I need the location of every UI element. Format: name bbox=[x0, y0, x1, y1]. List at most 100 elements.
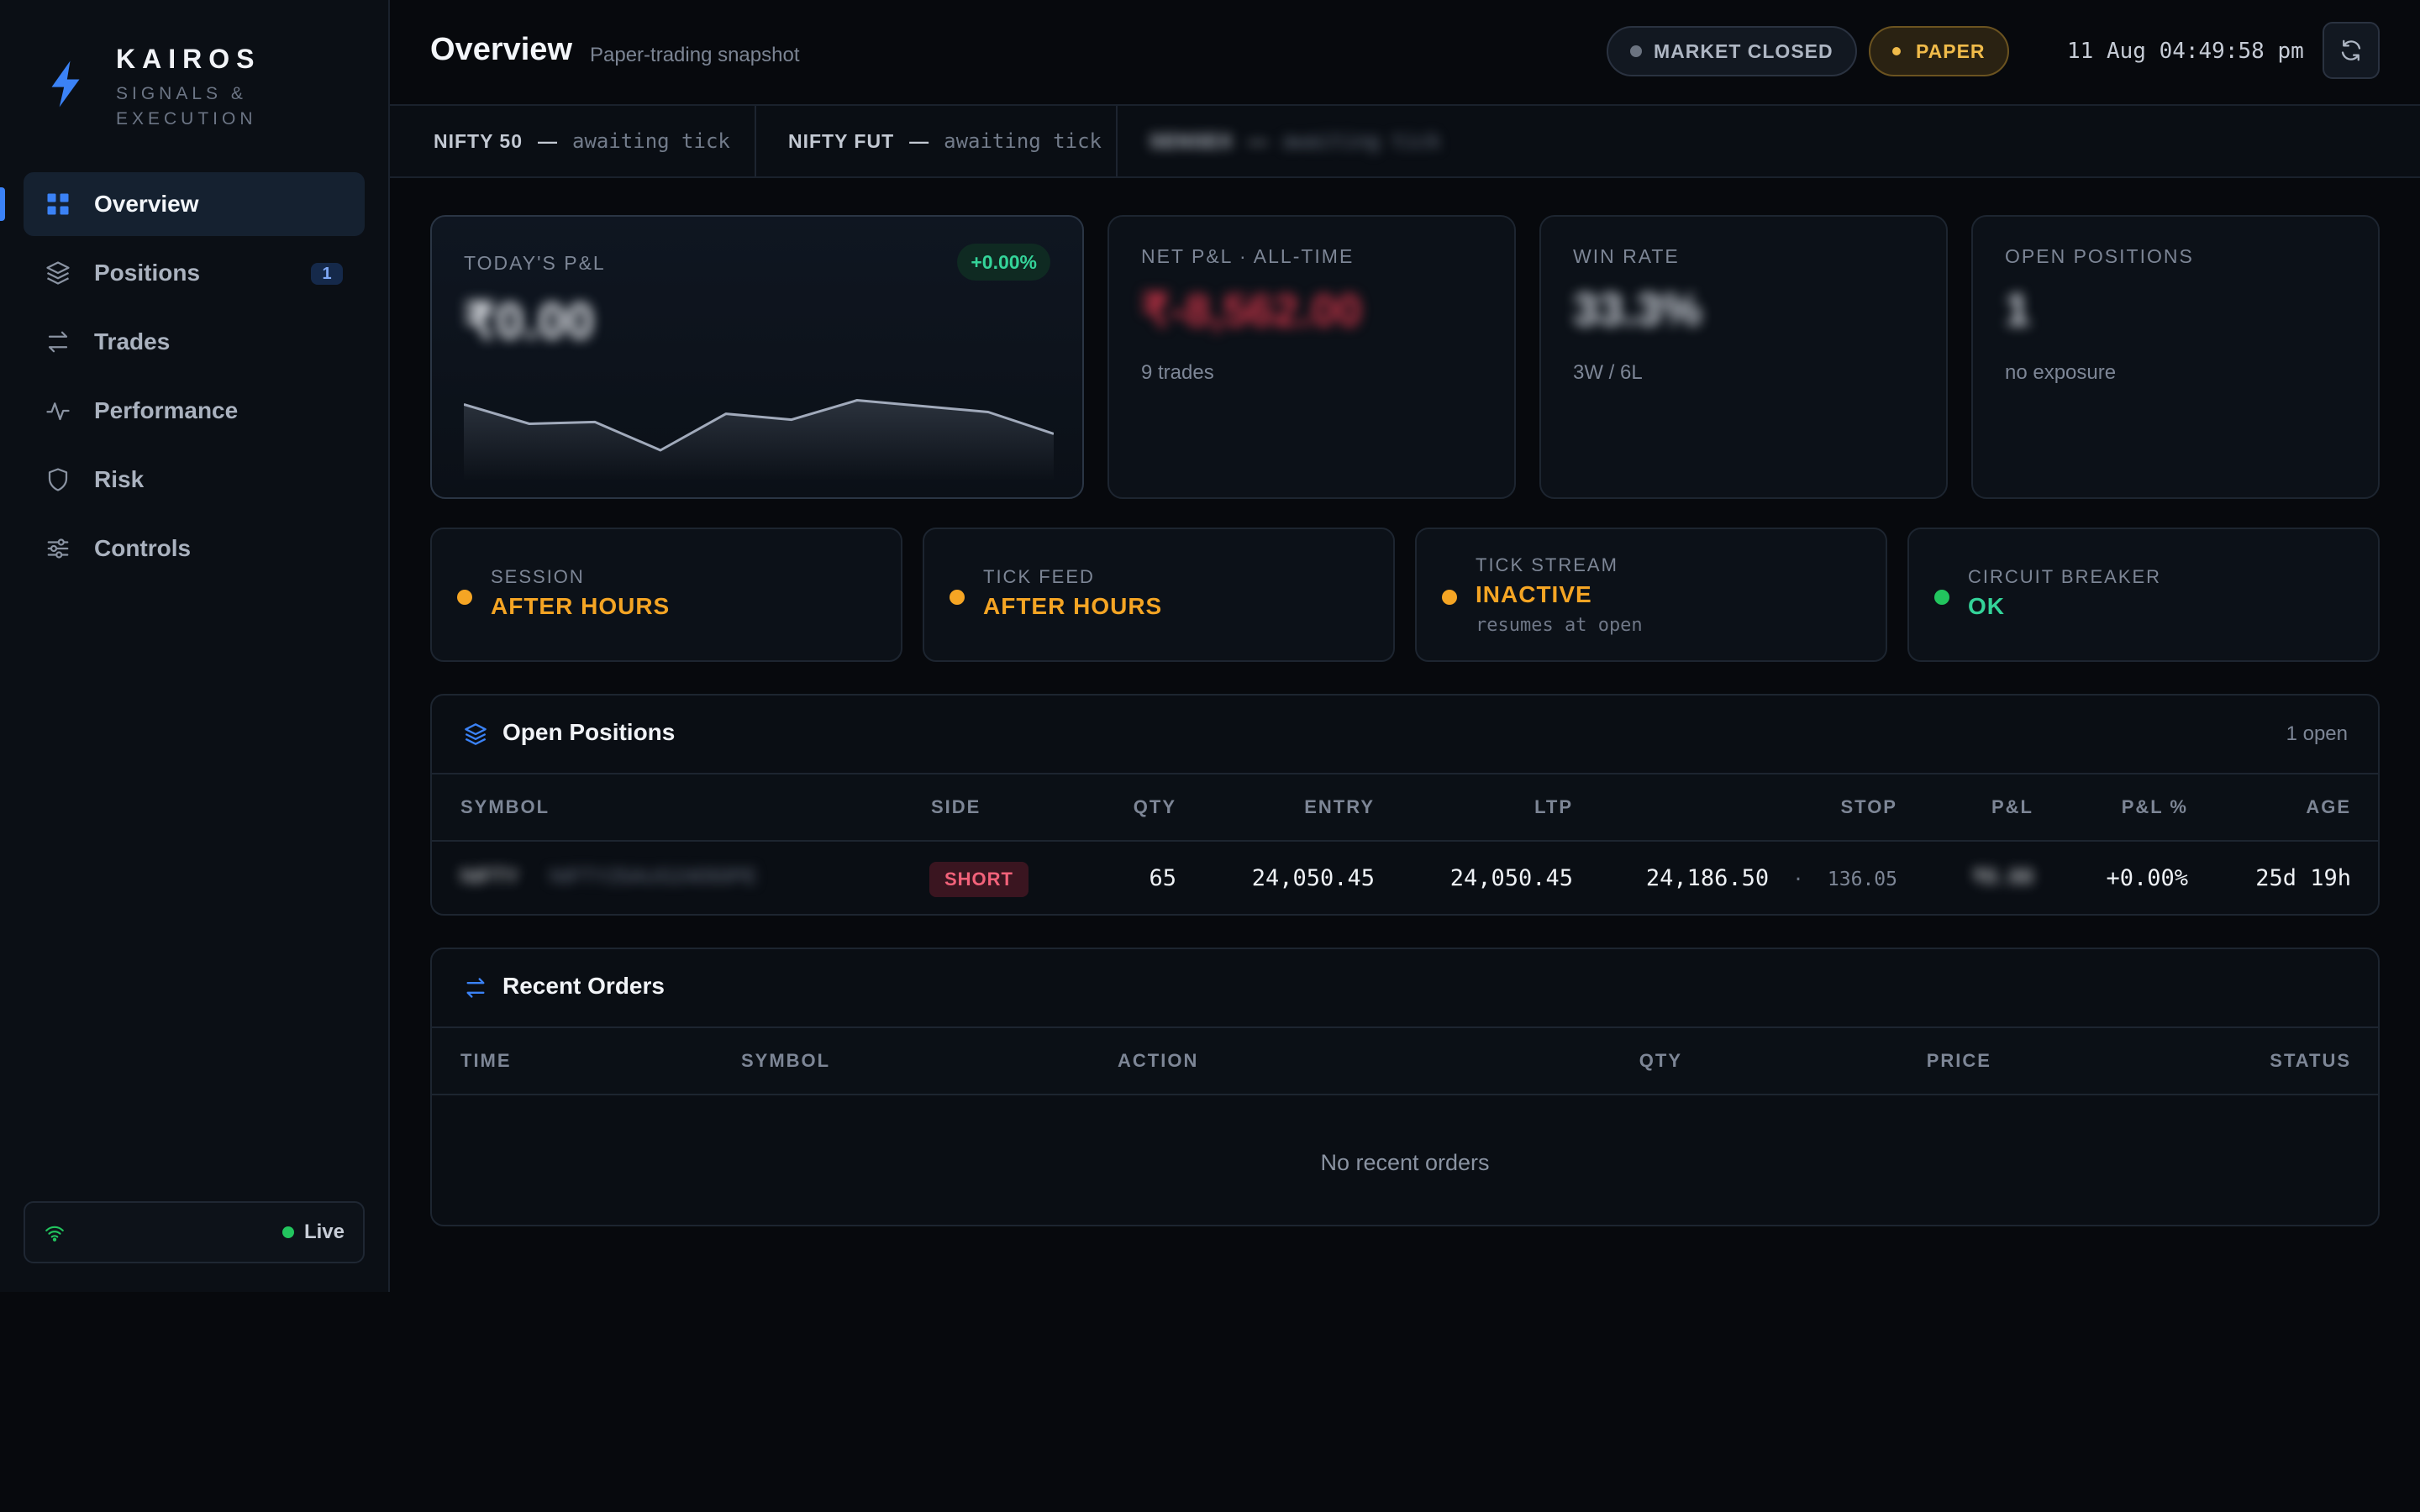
sidebar-item-controls[interactable]: Controls bbox=[24, 517, 365, 580]
column-header[interactable]: P&L % bbox=[2122, 796, 2188, 818]
todays-pl-card[interactable]: TODAY'S P&L +0.00% ₹0.00 bbox=[430, 215, 1084, 499]
connection-status[interactable]: Live bbox=[24, 1201, 365, 1263]
card-meta: 9 trades bbox=[1141, 361, 1214, 384]
refresh-button[interactable] bbox=[2323, 22, 2380, 79]
positions-count-badge: 1 bbox=[311, 263, 343, 285]
card-meta: no exposure bbox=[2005, 361, 2117, 384]
open-count: 1 open bbox=[2286, 722, 2348, 745]
swap-arrows-icon bbox=[466, 978, 485, 998]
empty-state: No recent orders bbox=[1320, 1149, 1490, 1175]
sidebar-item-performance[interactable]: Performance bbox=[24, 379, 365, 443]
side-badge: SHORT bbox=[929, 862, 1028, 897]
paper-mode-pill: PAPER bbox=[1869, 26, 2009, 76]
win-rate-card[interactable]: WIN RATE 33.3% 3W / 6L bbox=[1539, 215, 1948, 499]
sliders-icon bbox=[47, 538, 69, 559]
sidebar-item-risk[interactable]: Risk bbox=[24, 448, 365, 512]
pl-change-badge: +0.00% bbox=[957, 244, 1050, 281]
sidebar-item-overview[interactable]: Overview bbox=[0, 172, 365, 236]
brand-name: KAIROS bbox=[116, 44, 261, 74]
status-dot bbox=[457, 590, 472, 605]
ticker-value: awaiting tick bbox=[944, 129, 1102, 153]
market-status-label: MARKET CLOSED bbox=[1654, 39, 1833, 62]
column-header[interactable]: PRICE bbox=[1927, 1050, 1991, 1072]
ticker-value: awaiting tick bbox=[572, 129, 730, 153]
session-status-card: SESSION AFTER HOURS bbox=[430, 528, 902, 662]
wifi-icon bbox=[45, 1226, 64, 1242]
layers-icon bbox=[46, 261, 70, 285]
ticker-item: NIFTY 50 — awaiting tick bbox=[390, 106, 756, 176]
sidebar: KAIROS SIGNALS & EXECUTION Overview Posi… bbox=[0, 0, 390, 1292]
column-header[interactable]: QTY bbox=[1639, 1050, 1682, 1072]
column-header[interactable]: STATUS bbox=[2270, 1050, 2351, 1072]
recent-orders-panel: Recent Orders TIME SYMBOL ACTION QTY PRI… bbox=[430, 948, 2380, 1226]
position-symbol: NIFTY NIFTY25AUG24050PE bbox=[460, 865, 757, 889]
circuit-breaker-status-card: CIRCUIT BREAKER OK bbox=[1907, 528, 2380, 662]
position-ltp: 24,050.45 bbox=[1449, 865, 1573, 891]
position-pl: ₹0.00 bbox=[1972, 865, 2033, 889]
status-label: CIRCUIT BREAKER bbox=[1968, 566, 2162, 587]
column-header[interactable]: SYMBOL bbox=[741, 1050, 830, 1072]
card-label: WIN RATE bbox=[1573, 245, 1680, 267]
ticker-dash: — bbox=[538, 129, 557, 152]
status-label: SESSION bbox=[491, 566, 585, 587]
panel-title: Open Positions bbox=[502, 719, 676, 745]
net-pl-card[interactable]: NET P&L · ALL-TIME ₹-8,562.00 9 trades bbox=[1107, 215, 1516, 499]
position-pl-pct: +0.00% bbox=[2106, 865, 2188, 891]
position-entry: 24,050.45 bbox=[1251, 865, 1375, 891]
open-positions-card[interactable]: OPEN POSITIONS 1 no exposure bbox=[1971, 215, 2380, 499]
status-dot bbox=[950, 590, 965, 605]
top-header: Overview Paper-trading snapshot MARKET C… bbox=[390, 0, 2420, 106]
mode-label: PAPER bbox=[1916, 39, 1986, 62]
sidebar-item-label: Positions bbox=[94, 260, 201, 286]
ticker-symbol: NIFTY 50 bbox=[434, 129, 523, 152]
stop-price: 24,186.50 bbox=[1645, 865, 1770, 891]
column-header[interactable]: ENTRY bbox=[1304, 796, 1375, 818]
ticker-symbol: SENSEX bbox=[1150, 129, 1234, 152]
card-label: TODAY'S P&L bbox=[464, 252, 606, 274]
status-note: resumes at open bbox=[1476, 615, 1643, 636]
ticker-item: NIFTY FUT — awaiting tick bbox=[756, 106, 1118, 176]
column-header[interactable]: TIME bbox=[460, 1050, 512, 1072]
sidebar-item-positions[interactable]: Positions 1 bbox=[24, 241, 365, 305]
sidebar-item-trades[interactable]: Trades bbox=[24, 310, 365, 374]
ticker-dash: — bbox=[1248, 129, 1268, 152]
grid-icon bbox=[47, 193, 69, 215]
open-positions-value: 1 bbox=[2005, 285, 2031, 335]
page-subtitle: Paper-trading snapshot bbox=[590, 44, 800, 66]
symbol-detail: NIFTY25AUG24050PE bbox=[550, 865, 757, 888]
status-value: AFTER HOURS bbox=[491, 593, 671, 619]
ticker-symbol: NIFTY FUT bbox=[788, 129, 895, 152]
column-header[interactable]: SIDE bbox=[931, 796, 981, 818]
column-header[interactable]: STOP bbox=[1840, 796, 1897, 818]
card-label: NET P&L · ALL-TIME bbox=[1141, 245, 1355, 267]
status-dot bbox=[1934, 590, 1949, 605]
table-header: TIME SYMBOL ACTION QTY PRICE STATUS bbox=[432, 1028, 2378, 1095]
tick-stream-status-card: TICK STREAM INACTIVE resumes at open bbox=[1415, 528, 1887, 662]
header-timestamp: 11 Aug 04:49:58 pm bbox=[2067, 39, 2304, 64]
status-dot bbox=[1630, 45, 1642, 57]
sidebar-nav: Overview Positions 1 Trades Performance bbox=[0, 172, 365, 585]
status-label: TICK FEED bbox=[983, 566, 1095, 587]
column-header[interactable]: QTY bbox=[1134, 796, 1176, 818]
pulse-icon bbox=[46, 402, 70, 421]
layers-icon bbox=[465, 723, 487, 745]
card-label: OPEN POSITIONS bbox=[2005, 245, 2194, 267]
table-row[interactable]: NIFTY NIFTY25AUG24050PE SHORT 65 24,050.… bbox=[432, 842, 2378, 914]
column-header[interactable]: LTP bbox=[1534, 796, 1573, 818]
lightning-bolt-icon bbox=[51, 60, 80, 108]
sidebar-item-label: Performance bbox=[94, 397, 239, 423]
brand[interactable]: KAIROS SIGNALS & EXECUTION bbox=[47, 42, 284, 132]
sparkline-area bbox=[464, 400, 1054, 480]
sidebar-item-label: Overview bbox=[94, 191, 199, 217]
position-stop: 24,186.50 · 136.05 bbox=[1646, 865, 1897, 891]
column-header[interactable]: AGE bbox=[2306, 796, 2351, 818]
market-status-pill: MARKET CLOSED bbox=[1607, 26, 1857, 76]
panel-header: Recent Orders bbox=[432, 949, 2378, 1028]
column-header[interactable]: P&L bbox=[1991, 796, 2033, 818]
brand-tagline: SIGNALS & EXECUTION bbox=[116, 84, 257, 129]
table-header: SYMBOL SIDE QTY ENTRY LTP STOP P&L P&L %… bbox=[432, 774, 2378, 842]
ticker-value: awaiting tick bbox=[1282, 129, 1441, 153]
panel-title: Recent Orders bbox=[502, 973, 665, 999]
column-header[interactable]: ACTION bbox=[1118, 1050, 1198, 1072]
column-header[interactable]: SYMBOL bbox=[460, 796, 550, 818]
